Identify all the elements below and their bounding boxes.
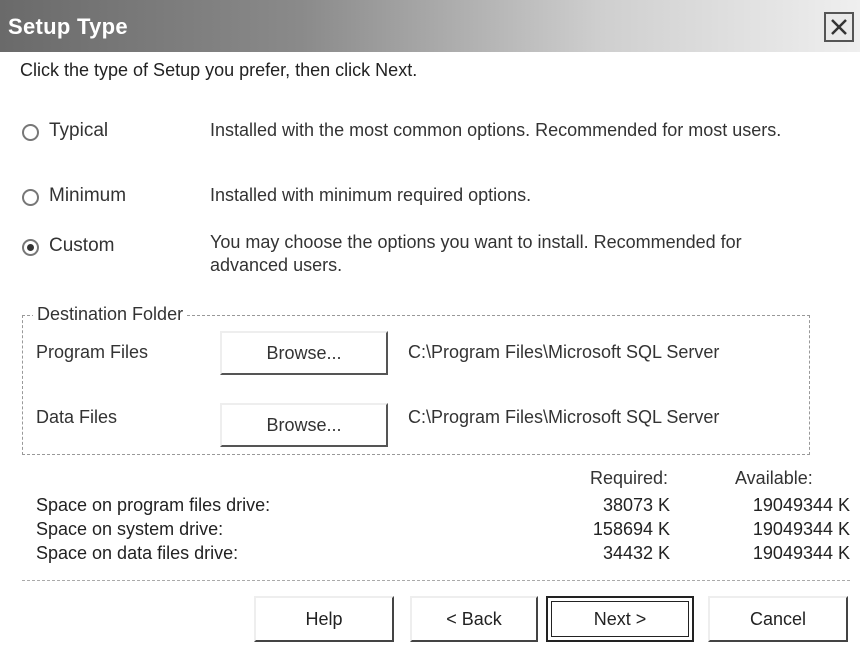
space-row-required: 38073 K	[602, 495, 670, 515]
space-row-label: Space on program files drive:	[36, 495, 271, 515]
help-button[interactable]: Help	[254, 596, 394, 642]
program-files-path: C:\Program Files\Microsoft SQL Server	[408, 342, 720, 362]
available-header: Available:	[735, 468, 813, 488]
destination-folder-legend: Destination Folder	[33, 304, 188, 325]
space-row-label: Space on system drive:	[36, 519, 224, 539]
close-icon	[831, 19, 847, 35]
minimum-description: Installed with minimum required options.	[210, 185, 532, 205]
typical-description: Installed with the most common options. …	[210, 120, 782, 140]
next-button[interactable]: Next >	[546, 596, 694, 642]
space-row-available: 19049344 K	[752, 495, 850, 515]
separator-line	[22, 580, 850, 581]
data-files-path: C:\Program Files\Microsoft SQL Server	[408, 407, 720, 427]
program-files-browse-button[interactable]: Browse...	[220, 331, 388, 375]
radio-option-custom[interactable]: Custom	[22, 235, 114, 257]
title-bar	[0, 0, 860, 52]
required-header: Required:	[590, 468, 669, 488]
custom-description-line1: You may choose the options you want to i…	[210, 232, 742, 252]
space-row-available: 19049344 K	[752, 543, 850, 563]
close-button[interactable]	[824, 12, 854, 42]
data-files-browse-button[interactable]: Browse...	[220, 403, 388, 447]
typical-radio[interactable]	[22, 124, 39, 141]
space-row-required: 34432 K	[602, 543, 670, 563]
instruction-text: Click the type of Setup you prefer, then…	[20, 60, 418, 80]
program-files-label: Program Files	[36, 342, 149, 362]
back-button[interactable]: < Back	[410, 596, 538, 642]
radio-option-minimum[interactable]: Minimum	[22, 185, 126, 207]
data-files-label: Data Files	[36, 407, 118, 427]
radio-option-typical[interactable]: Typical	[22, 120, 108, 142]
minimum-label: Minimum	[49, 185, 127, 206]
space-row-required: 158694 K	[592, 519, 670, 539]
custom-radio[interactable]	[22, 239, 39, 256]
space-row-available: 19049344 K	[752, 519, 850, 539]
cancel-button[interactable]: Cancel	[708, 596, 848, 642]
typical-label: Typical	[49, 120, 109, 141]
window-title: Setup Type	[8, 14, 128, 39]
custom-label: Custom	[49, 235, 115, 256]
destination-folder-group	[22, 315, 810, 455]
minimum-radio[interactable]	[22, 189, 39, 206]
space-row-label: Space on data files drive:	[36, 543, 239, 563]
custom-description-line2: advanced users.	[210, 255, 343, 275]
